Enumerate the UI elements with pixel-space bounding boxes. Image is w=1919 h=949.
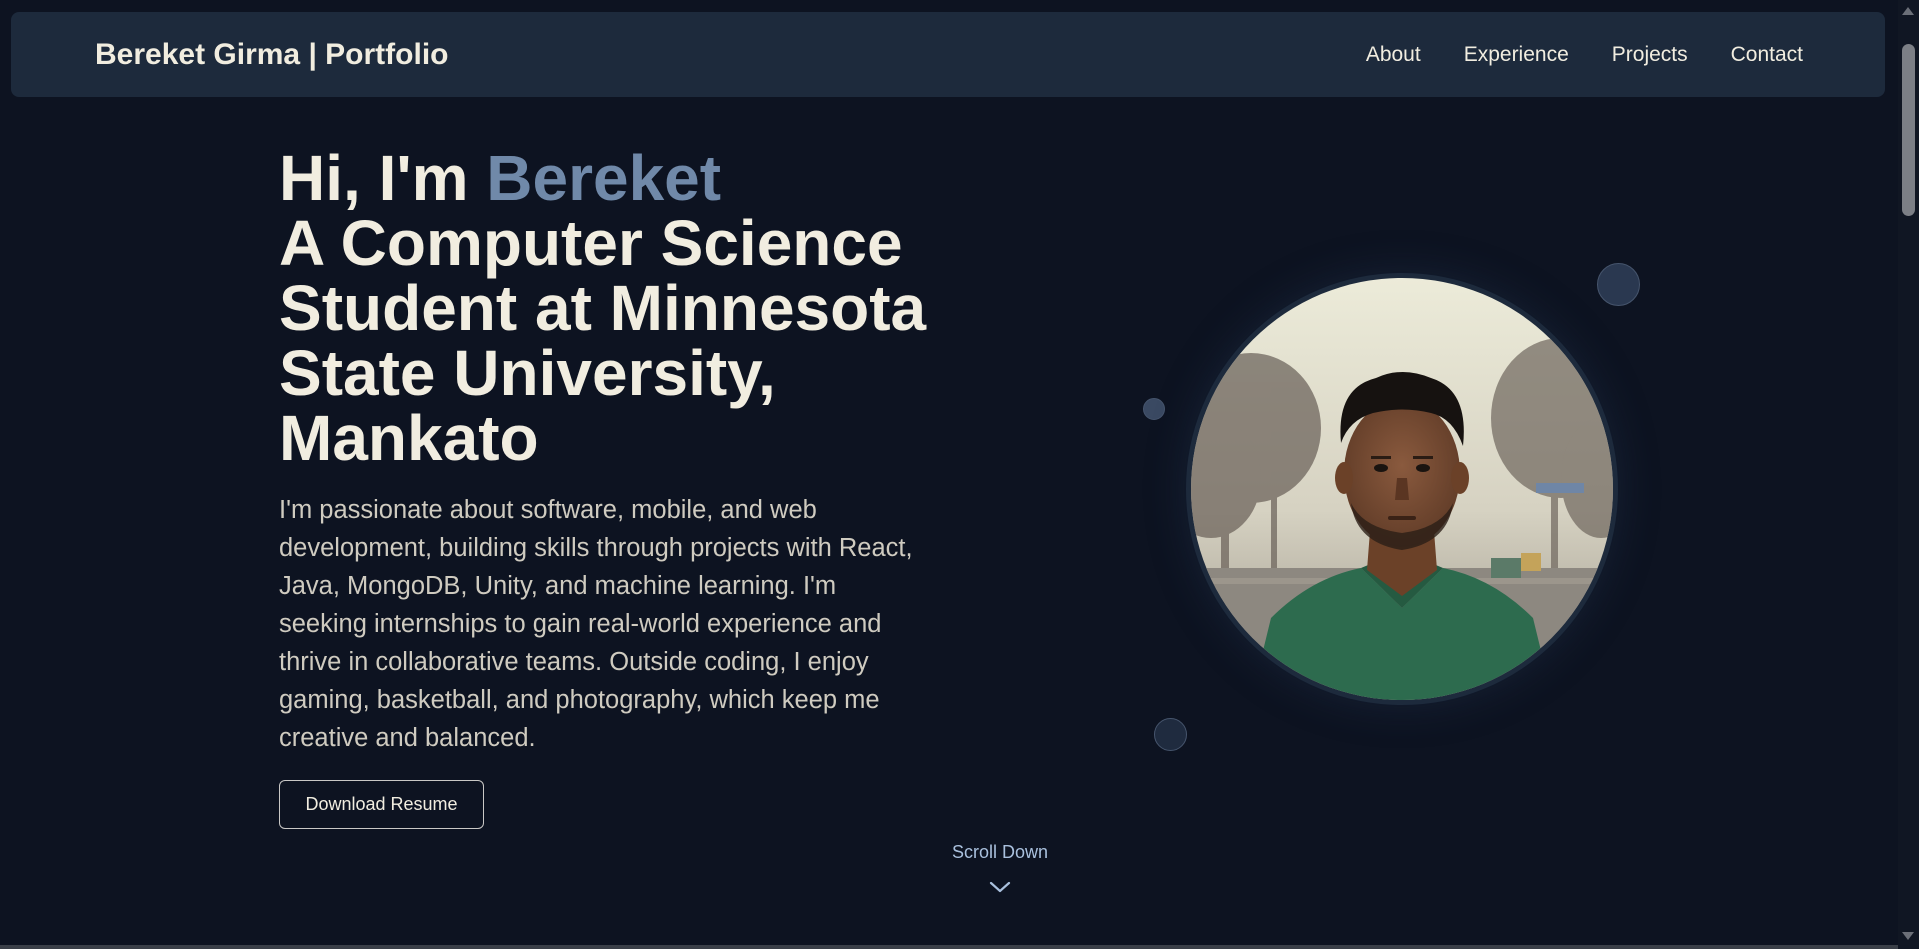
decorative-bubble: [1143, 398, 1165, 420]
scroll-down-arrow-icon[interactable]: [1902, 932, 1914, 940]
profile-photo-illustration: [1191, 278, 1613, 700]
nav-link-contact[interactable]: Contact: [1731, 43, 1803, 67]
hero-description: I'm passionate about software, mobile, a…: [279, 496, 913, 752]
scroll-down-label: Scroll Down: [951, 842, 1049, 862]
nav-link-about[interactable]: About: [1366, 43, 1421, 67]
hero-name: Bereket: [486, 142, 722, 214]
decorative-bubble: [1154, 718, 1187, 751]
scroll-up-arrow-icon[interactable]: [1902, 7, 1914, 15]
download-resume-button[interactable]: Download Resume: [279, 780, 484, 829]
scrollbar-thumb[interactable]: [1902, 44, 1915, 216]
hero-tagline: A Computer Science Student at Minnesota …: [279, 207, 927, 474]
profile-photo-frame: [1186, 273, 1618, 705]
hero-greeting: Hi, I'm: [279, 142, 487, 214]
site-brand[interactable]: Bereket Girma | Portfolio: [95, 12, 448, 97]
profile-photo: [1191, 278, 1613, 700]
nav-link-experience[interactable]: Experience: [1464, 43, 1569, 67]
navbar: Bereket Girma | Portfolio About Experien…: [11, 12, 1885, 97]
page: Bereket Girma | Portfolio About Experien…: [0, 0, 1919, 949]
nav-link-projects[interactable]: Projects: [1612, 43, 1688, 67]
hero-intro: Hi, I'm Bereket A Computer Science Studen…: [279, 146, 939, 757]
nav-links: About Experience Projects Contact: [1366, 12, 1803, 97]
decorative-bubble: [1597, 263, 1640, 306]
hero-heading: Hi, I'm Bereket A Computer Science Studen…: [279, 146, 939, 471]
chevron-down-icon: [989, 881, 1011, 893]
vertical-scrollbar[interactable]: [1898, 0, 1919, 949]
scroll-down-indicator[interactable]: Scroll Down: [900, 842, 1100, 895]
page-bottom-border: [0, 945, 1898, 949]
